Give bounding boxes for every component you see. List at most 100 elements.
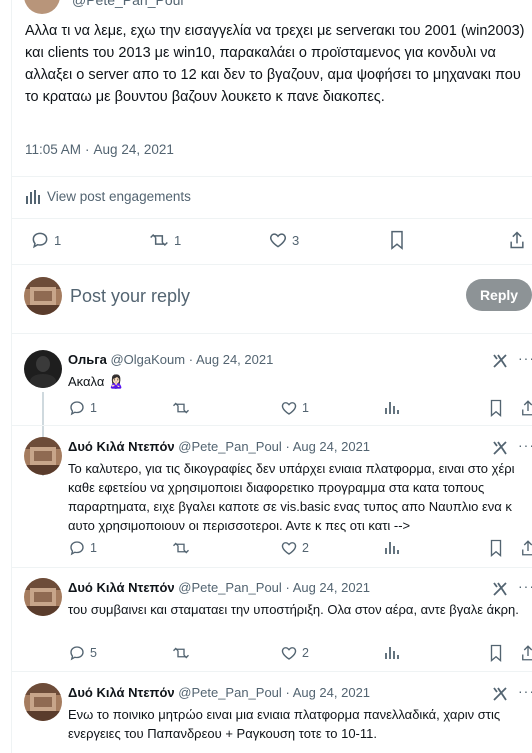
divider xyxy=(12,264,532,265)
grok-icon[interactable] xyxy=(492,353,508,369)
comment-item[interactable]: Δυό Κιλά Ντεπόν @Pete_Pan_Poul · Aug 24,… xyxy=(12,578,532,668)
commenter-avatar[interactable] xyxy=(24,350,62,388)
commenter-handle[interactable]: @Pete_Pan_Poul xyxy=(178,685,282,700)
reply-icon xyxy=(32,232,48,249)
reply-count: 5 xyxy=(90,646,97,660)
post-timestamp[interactable]: 11:05 AM · Aug 24, 2021 xyxy=(25,142,174,157)
comment-date[interactable]: Aug 24, 2021 xyxy=(293,439,370,454)
reply-count: 1 xyxy=(54,232,62,248)
commenter-avatar[interactable] xyxy=(24,578,62,616)
reply-button[interactable]: Reply xyxy=(466,279,532,311)
commenter-avatar[interactable] xyxy=(24,437,62,475)
divider xyxy=(12,218,532,219)
heart-icon xyxy=(281,542,297,555)
reply-action[interactable]: 1 xyxy=(68,399,97,417)
repost-action[interactable] xyxy=(172,539,194,557)
commenter-handle[interactable]: @Pete_Pan_Poul xyxy=(178,580,282,595)
comment-text: Το καλυτερο, για τις δικογραφίες δεν υπά… xyxy=(68,461,515,533)
reply-icon xyxy=(70,646,84,661)
views-icon xyxy=(385,402,399,414)
like-action[interactable]: 1 xyxy=(280,399,309,417)
my-avatar[interactable] xyxy=(24,277,62,315)
comment-header: Δυό Κιλά Ντεπόν @Pete_Pan_Poul · Aug 24,… xyxy=(68,580,371,595)
more-options-icon[interactable]: ··· xyxy=(518,350,532,366)
heart-icon xyxy=(281,647,297,660)
reply-action[interactable]: 1 xyxy=(68,539,97,557)
post-detail-page: @Pete_Pan_Poul Αλλα τι να λεμε, εχω την … xyxy=(0,0,532,753)
like-count: 1 xyxy=(302,401,309,415)
share-icon xyxy=(522,400,532,416)
views-icon xyxy=(385,542,399,554)
share-action[interactable] xyxy=(520,539,532,557)
author-handle[interactable]: @Pete_Pan_Poul xyxy=(72,0,184,8)
comment-item[interactable]: Δυό Κιλά Ντεπόν @Pete_Pan_Poul · Aug 24,… xyxy=(12,683,532,753)
views-icon xyxy=(385,647,399,659)
like-count: 2 xyxy=(302,541,309,555)
divider xyxy=(12,333,532,334)
comment-text: Ακαλα 🙎🏻‍♀️ xyxy=(68,374,125,389)
views-action[interactable] xyxy=(384,644,400,660)
comment-item[interactable]: Ольга @OlgaKoum · Aug 24, 2021 ··· Ακαλα… xyxy=(12,350,532,476)
commenter-name[interactable]: Δυό Κιλά Ντεπόν xyxy=(68,439,175,454)
share-icon xyxy=(522,540,532,556)
like-action[interactable]: 3 xyxy=(268,230,299,250)
post-time: 11:05 AM xyxy=(25,142,82,157)
more-options-icon[interactable]: ··· xyxy=(518,437,532,453)
comment-item[interactable]: Δυό Κιλά Ντεπόν @Pete_Pan_Poul · Aug 24,… xyxy=(12,437,532,565)
reply-action[interactable]: 5 xyxy=(68,644,97,662)
grok-icon[interactable] xyxy=(492,686,508,702)
analytics-icon xyxy=(26,189,40,204)
repost-action[interactable] xyxy=(172,399,194,417)
grok-icon[interactable] xyxy=(492,581,508,597)
commenter-avatar[interactable] xyxy=(24,683,62,721)
post-text: Αλλα τι να λεμε, εχω την εισαγγελία να τ… xyxy=(25,23,525,105)
views-action[interactable] xyxy=(384,539,400,555)
comment-date[interactable]: Aug 24, 2021 xyxy=(293,580,370,595)
divider xyxy=(12,567,532,568)
bookmark-action[interactable] xyxy=(488,539,504,557)
repost-count: 1 xyxy=(174,232,182,248)
reply-input[interactable]: Post your reply xyxy=(70,286,190,307)
reply-icon xyxy=(70,401,84,416)
comment-action-bar: 5 2 xyxy=(68,644,532,662)
divider xyxy=(12,176,532,177)
view-engagements-label: View post engagements xyxy=(47,189,191,204)
repost-icon xyxy=(173,402,189,414)
commenter-handle[interactable]: @OlgaKoum xyxy=(110,352,185,367)
bookmark-action[interactable] xyxy=(488,644,504,662)
repost-icon xyxy=(173,647,189,659)
commenter-name[interactable]: Ольга xyxy=(68,352,107,367)
like-action[interactable]: 2 xyxy=(280,644,309,662)
commenter-name[interactable]: Δυό Κιλά Ντεπόν xyxy=(68,580,175,595)
comment-date[interactable]: Aug 24, 2021 xyxy=(196,352,273,367)
author-avatar[interactable] xyxy=(24,0,60,14)
repost-icon xyxy=(150,233,168,247)
more-options-icon[interactable]: ··· xyxy=(518,578,532,594)
bookmark-action[interactable] xyxy=(388,230,406,250)
repost-icon xyxy=(173,542,189,554)
comment-text: του συμβαινει και σταματαει την υποστήρι… xyxy=(68,602,519,617)
repost-action[interactable] xyxy=(172,644,194,662)
comment-header: Δυό Κιλά Ντεπόν @Pete_Pan_Poul · Aug 24,… xyxy=(68,685,371,700)
share-action[interactable] xyxy=(520,644,532,662)
bookmark-action[interactable] xyxy=(488,399,504,417)
share-action[interactable] xyxy=(508,230,526,250)
views-action[interactable] xyxy=(384,399,400,415)
post-date: Aug 24, 2021 xyxy=(93,142,174,157)
repost-action[interactable]: 1 xyxy=(148,230,181,250)
comment-text: Ενω το ποινικο μητρώο ειναι μια ενιαια π… xyxy=(68,707,501,741)
share-action[interactable] xyxy=(520,399,532,417)
like-action[interactable]: 2 xyxy=(280,539,309,557)
commenter-name[interactable]: Δυό Κιλά Ντεπόν xyxy=(68,685,175,700)
view-engagements-link[interactable]: View post engagements xyxy=(25,189,191,204)
reply-action[interactable]: 1 xyxy=(30,230,61,250)
comment-date[interactable]: Aug 24, 2021 xyxy=(293,685,370,700)
commenter-handle[interactable]: @Pete_Pan_Poul xyxy=(178,439,282,454)
more-options-icon[interactable]: ··· xyxy=(518,683,532,699)
comment-header: Ольга @OlgaKoum · Aug 24, 2021 xyxy=(68,352,274,367)
divider xyxy=(12,671,532,672)
grok-icon[interactable] xyxy=(492,440,508,456)
share-icon xyxy=(510,231,524,249)
bookmark-icon xyxy=(490,539,502,557)
comment-action-bar: 1 2 xyxy=(68,539,532,557)
